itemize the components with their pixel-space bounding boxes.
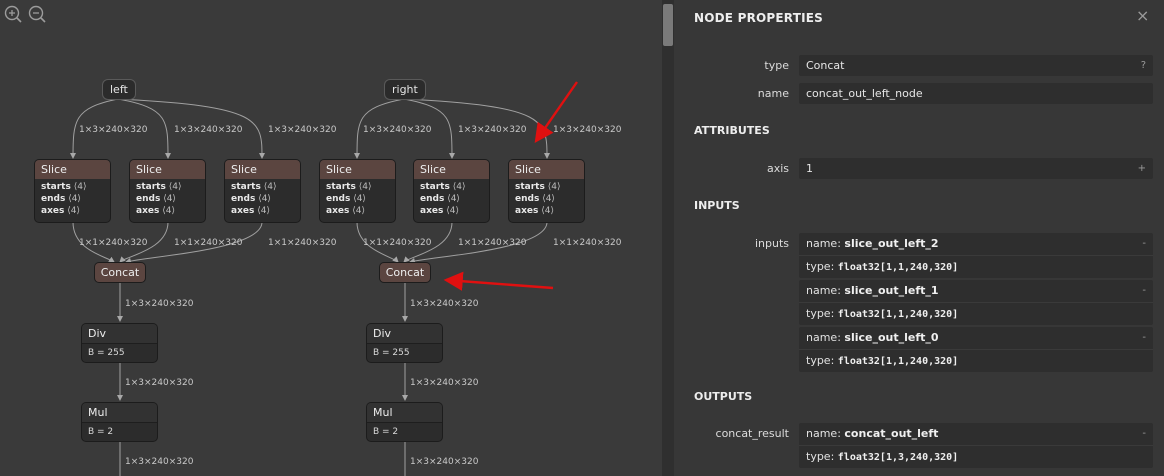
name-field: concat_out_left_node xyxy=(799,83,1153,104)
div-node[interactable]: Div B = 255 xyxy=(367,324,442,362)
node-attr: B = 2 xyxy=(373,427,399,437)
slice-node[interactable]: Slice starts ⟨4⟩ ends ⟨4⟩ axes ⟨4⟩ xyxy=(414,160,489,222)
edge-label: 1×1×240×320 xyxy=(363,238,432,248)
node-attr: B = 2 xyxy=(88,427,114,437)
slice-node[interactable]: Slice starts ⟨4⟩ ends ⟨4⟩ axes ⟨4⟩ xyxy=(35,160,110,222)
graph-scrollbar[interactable] xyxy=(662,0,674,476)
node-title: Slice xyxy=(35,160,110,179)
concat-node-left[interactable]: Concat xyxy=(95,263,145,282)
axis-label: axis xyxy=(766,162,789,175)
edge-label: 1×3×240×320 xyxy=(125,457,194,467)
output-label: concat_result xyxy=(715,427,789,440)
div-node[interactable]: Div B = 255 xyxy=(82,324,157,362)
expand-button[interactable]: + xyxy=(1138,158,1146,179)
graph-canvas[interactable]: left right 1×3×240×320 1×3×240×320 1×3×2… xyxy=(0,0,674,476)
node-title: Slice xyxy=(320,160,395,179)
edge-label: 1×3×240×320 xyxy=(410,378,479,388)
collapse-button[interactable]: - xyxy=(1142,280,1146,302)
close-icon[interactable]: × xyxy=(1136,6,1149,25)
edge-label: 1×3×240×320 xyxy=(125,299,194,309)
slice-node[interactable]: Slice starts ⟨4⟩ ends ⟨4⟩ axes ⟨4⟩ xyxy=(509,160,584,222)
concat-node-right[interactable]: Concat xyxy=(380,263,430,282)
input-card: name: slice_out_left_0- type: float32[1,… xyxy=(799,327,1153,372)
edge-label: 1×1×240×320 xyxy=(174,238,243,248)
node-attr: B = 255 xyxy=(88,348,125,358)
edge-label: 1×3×240×320 xyxy=(458,125,527,135)
type-field: Concat ? xyxy=(799,55,1153,76)
edge-label: 1×3×240×320 xyxy=(174,125,243,135)
type-label: type xyxy=(764,59,789,72)
node-title: Div xyxy=(367,324,442,344)
edge-label: 1×1×240×320 xyxy=(458,238,527,248)
edge-label: 1×1×240×320 xyxy=(268,238,337,248)
inputs-label: inputs xyxy=(754,237,789,250)
input-node-left[interactable]: left xyxy=(103,80,135,99)
node-properties-panel: NODE PROPERTIES × type Concat ? name con… xyxy=(674,0,1164,476)
edge-label: 1×3×240×320 xyxy=(125,378,194,388)
node-title: Mul xyxy=(367,403,442,423)
slice-node[interactable]: Slice starts ⟨4⟩ ends ⟨4⟩ axes ⟨4⟩ xyxy=(130,160,205,222)
collapse-button[interactable]: - xyxy=(1142,423,1146,445)
output-card: name: concat_out_left - type: float32[1,3… xyxy=(799,423,1153,468)
slice-node[interactable]: Slice starts ⟨4⟩ ends ⟨4⟩ axes ⟨4⟩ xyxy=(225,160,300,222)
input-card: name: slice_out_left_1- type: float32[1,… xyxy=(799,280,1153,325)
mul-node[interactable]: Mul B = 2 xyxy=(367,403,442,441)
help-icon[interactable]: ? xyxy=(1141,55,1146,76)
zoom-in-icon[interactable] xyxy=(4,5,22,23)
edge-label: 1×3×240×320 xyxy=(410,457,479,467)
collapse-button[interactable]: - xyxy=(1142,327,1146,349)
edge-label: 1×3×240×320 xyxy=(410,299,479,309)
outputs-header: OUTPUTS xyxy=(694,390,753,403)
edge-label: 1×3×240×320 xyxy=(363,125,432,135)
edge-label: 1×3×240×320 xyxy=(268,125,337,135)
edge-label: 1×1×240×320 xyxy=(553,238,622,248)
scrollbar-thumb[interactable] xyxy=(663,4,673,46)
node-title: Div xyxy=(82,324,157,344)
input-node-right[interactable]: right xyxy=(385,80,425,99)
inputs-header: INPUTS xyxy=(694,199,740,212)
node-attr: B = 255 xyxy=(373,348,410,358)
node-title: Slice xyxy=(414,160,489,179)
edge-label: 1×3×240×320 xyxy=(79,125,148,135)
panel-title: NODE PROPERTIES xyxy=(694,11,823,25)
attributes-header: ATTRIBUTES xyxy=(694,124,770,137)
node-title: Slice xyxy=(509,160,584,179)
node-title: Slice xyxy=(225,160,300,179)
edge-label: 1×3×240×320 xyxy=(553,125,622,135)
axis-field: 1 + xyxy=(799,158,1153,179)
zoom-out-icon[interactable] xyxy=(28,5,46,23)
node-title: Slice xyxy=(130,160,205,179)
node-title: Mul xyxy=(82,403,157,423)
name-label: name xyxy=(757,87,789,100)
mul-node[interactable]: Mul B = 2 xyxy=(82,403,157,441)
edge-label: 1×1×240×320 xyxy=(79,238,148,248)
input-card: name: slice_out_left_2- type: float32[1,… xyxy=(799,233,1153,278)
slice-node[interactable]: Slice starts ⟨4⟩ ends ⟨4⟩ axes ⟨4⟩ xyxy=(320,160,395,222)
collapse-button[interactable]: - xyxy=(1142,233,1146,255)
